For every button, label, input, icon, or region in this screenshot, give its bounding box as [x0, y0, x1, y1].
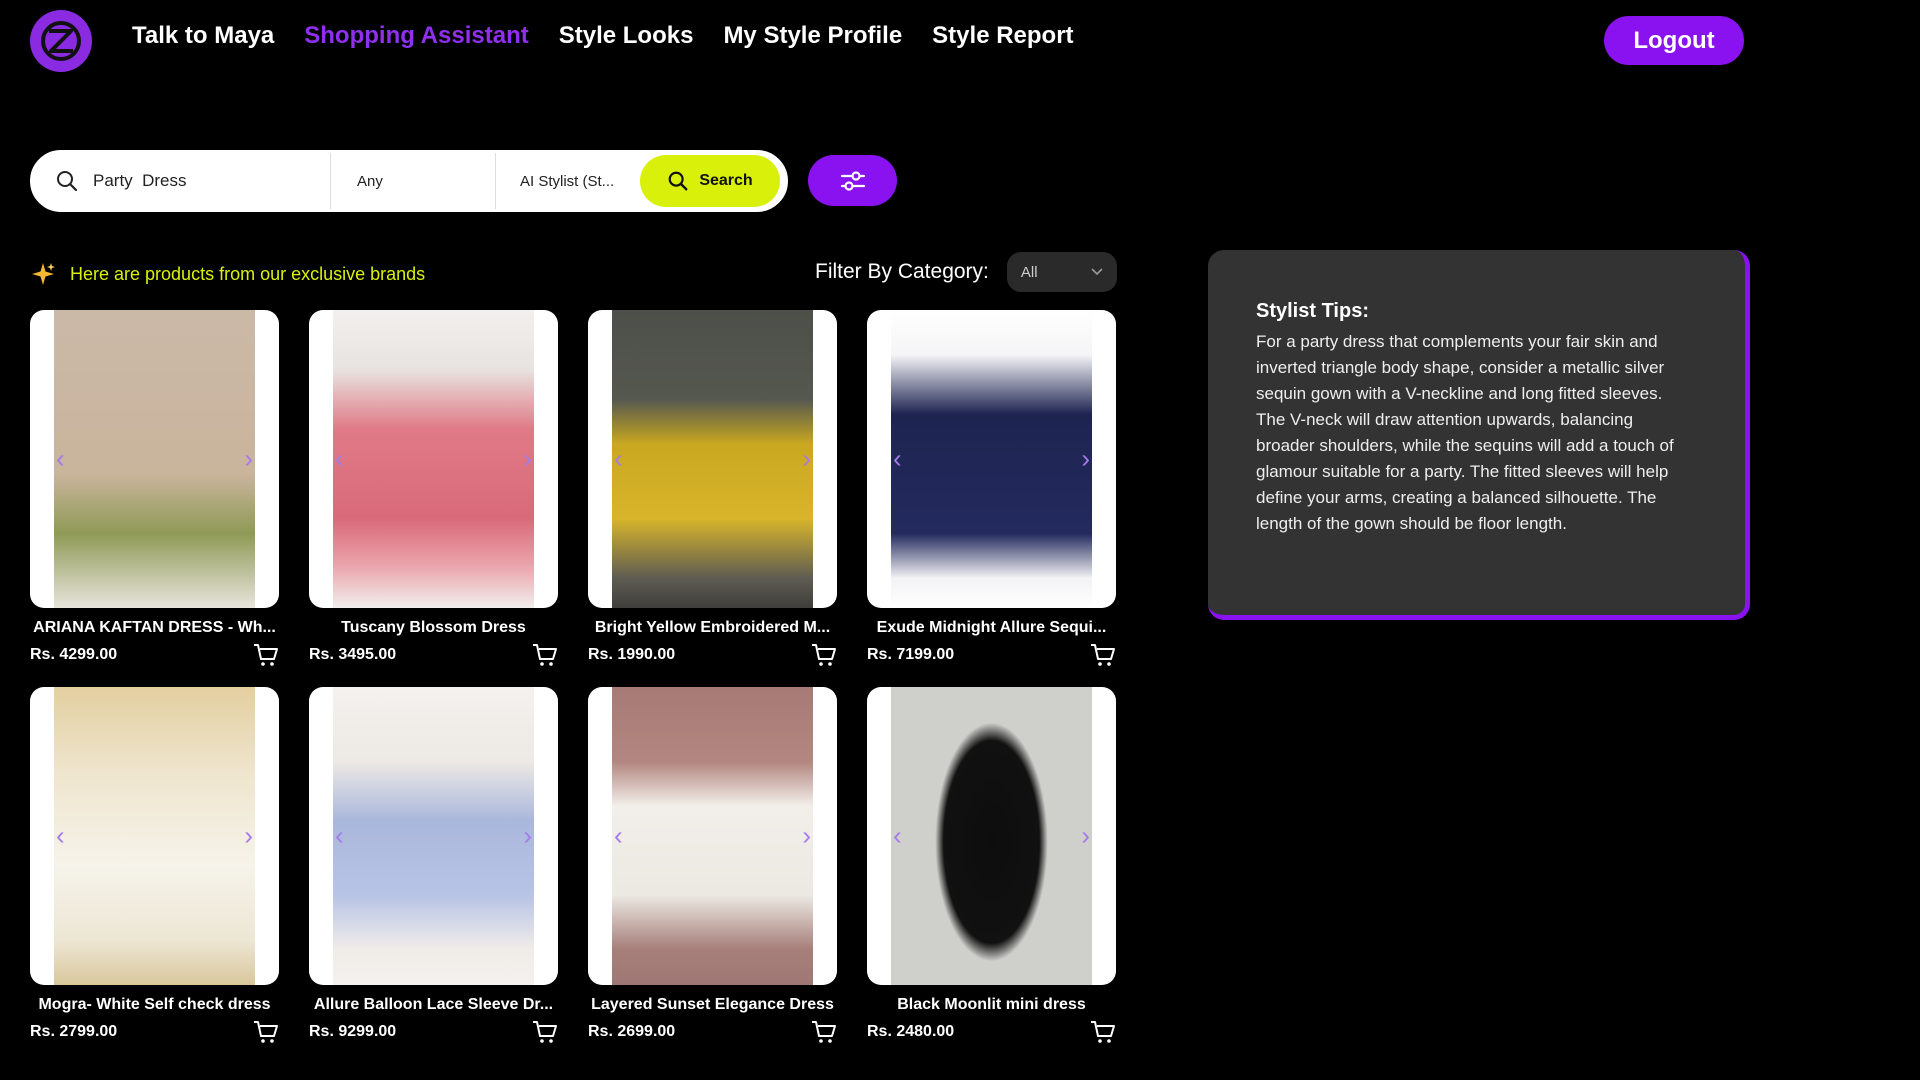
carousel-next-icon[interactable]: › — [244, 444, 253, 475]
product-title[interactable]: Black Moonlit mini dress — [867, 996, 1116, 1014]
sliders-icon — [840, 170, 865, 191]
product-image-carousel[interactable]: ‹ › — [30, 687, 279, 985]
product-price: Rs. 1990.00 — [588, 646, 676, 663]
price-filter-select[interactable]: Any — [331, 153, 496, 209]
search-input[interactable] — [93, 171, 293, 191]
product-image-carousel[interactable]: ‹ › — [867, 687, 1116, 985]
carousel-next-icon[interactable]: › — [1081, 444, 1090, 475]
cart-icon[interactable] — [253, 1020, 279, 1044]
main-nav: Talk to Maya Shopping Assistant Style Lo… — [132, 22, 1074, 50]
cart-icon[interactable] — [532, 1020, 558, 1044]
product-price: Rs. 2799.00 — [30, 1023, 118, 1040]
logout-button[interactable]: Logout — [1604, 16, 1744, 65]
search-bar: Any AI Stylist (St... Search — [30, 150, 788, 212]
exclusive-banner: Here are products from our exclusive bra… — [30, 261, 425, 287]
cart-icon[interactable] — [811, 1020, 837, 1044]
cart-icon[interactable] — [253, 643, 279, 667]
carousel-next-icon[interactable]: › — [802, 821, 811, 852]
product-photo — [54, 310, 255, 608]
logo-icon — [41, 21, 81, 61]
carousel-prev-icon[interactable]: ‹ — [335, 821, 344, 852]
nav-style-looks[interactable]: Style Looks — [559, 22, 694, 50]
carousel-prev-icon[interactable]: ‹ — [335, 444, 344, 475]
product-price: Rs. 7199.00 — [867, 646, 955, 663]
carousel-next-icon[interactable]: › — [1081, 821, 1090, 852]
product-title[interactable]: Tuscany Blossom Dress — [309, 619, 558, 637]
product-image-carousel[interactable]: ‹ › — [867, 310, 1116, 608]
product-photo — [333, 687, 534, 985]
product-title[interactable]: Exude Midnight Allure Sequi... — [867, 619, 1116, 637]
product-grid: ‹ › ARIANA KAFTAN DRESS - Wh... Rs. 4299… — [30, 310, 1116, 1044]
category-select[interactable]: All — [1006, 252, 1117, 292]
product-photo — [612, 310, 813, 608]
nav-style-report[interactable]: Style Report — [932, 22, 1073, 50]
carousel-prev-icon[interactable]: ‹ — [56, 821, 65, 852]
product-photo — [333, 310, 534, 608]
product-card[interactable]: ‹ › Exude Midnight Allure Sequi... Rs. 7… — [867, 310, 1116, 667]
carousel-prev-icon[interactable]: ‹ — [614, 821, 623, 852]
advanced-filters-button[interactable] — [808, 155, 897, 206]
product-photo — [54, 687, 255, 985]
stylist-tips-panel: Stylist Tips: For a party dress that com… — [1208, 250, 1750, 620]
product-price: Rs. 4299.00 — [30, 646, 118, 663]
product-image-carousel[interactable]: ‹ › — [588, 310, 837, 608]
product-card[interactable]: ‹ › Allure Balloon Lace Sleeve Dr... Rs.… — [309, 687, 558, 1044]
cart-icon[interactable] — [811, 643, 837, 667]
product-title[interactable]: Allure Balloon Lace Sleeve Dr... — [309, 996, 558, 1014]
product-title[interactable]: Mogra- White Self check dress — [30, 996, 279, 1014]
product-photo — [891, 310, 1092, 608]
search-button[interactable]: Search — [640, 155, 780, 207]
nav-my-style-profile[interactable]: My Style Profile — [723, 22, 902, 50]
carousel-prev-icon[interactable]: ‹ — [56, 444, 65, 475]
category-filter: Filter By Category: All — [815, 252, 1117, 292]
product-card[interactable]: ‹ › Mogra- White Self check dress Rs. 27… — [30, 687, 279, 1044]
carousel-next-icon[interactable]: › — [802, 444, 811, 475]
carousel-prev-icon[interactable]: ‹ — [614, 444, 623, 475]
stylist-tips-title: Stylist Tips: — [1256, 300, 1369, 322]
product-card[interactable]: ‹ › Layered Sunset Elegance Dress Rs. 26… — [588, 687, 837, 1044]
product-title[interactable]: Layered Sunset Elegance Dress — [588, 996, 837, 1014]
category-filter-label: Filter By Category: — [815, 260, 989, 283]
product-card[interactable]: ‹ › Black Moonlit mini dress Rs. 2480.00 — [867, 687, 1116, 1044]
product-card[interactable]: ‹ › Bright Yellow Embroidered M... Rs. 1… — [588, 310, 837, 667]
carousel-next-icon[interactable]: › — [523, 444, 532, 475]
search-button-label: Search — [699, 172, 753, 189]
product-price: Rs. 9299.00 — [309, 1023, 397, 1040]
carousel-next-icon[interactable]: › — [523, 821, 532, 852]
product-title[interactable]: Bright Yellow Embroidered M... — [588, 619, 837, 637]
stylist-mode-value: AI Stylist (St... — [520, 172, 615, 190]
category-select-value: All — [1020, 263, 1038, 281]
product-title[interactable]: ARIANA KAFTAN DRESS - Wh... — [30, 619, 279, 637]
product-image-carousel[interactable]: ‹ › — [30, 310, 279, 608]
cart-icon[interactable] — [1090, 643, 1116, 667]
brand-logo[interactable] — [30, 10, 92, 72]
product-image-carousel[interactable]: ‹ › — [309, 687, 558, 985]
nav-talk-to-maya[interactable]: Talk to Maya — [132, 22, 274, 50]
sparkle-icon — [32, 263, 55, 285]
price-filter-value: Any — [357, 172, 383, 190]
search-icon — [57, 171, 78, 192]
product-price: Rs. 3495.00 — [309, 646, 397, 663]
product-card[interactable]: ‹ › ARIANA KAFTAN DRESS - Wh... Rs. 4299… — [30, 310, 279, 667]
chevron-down-icon — [1091, 268, 1103, 276]
search-icon — [668, 171, 688, 191]
product-image-carousel[interactable]: ‹ › — [588, 687, 837, 985]
product-photo — [891, 687, 1092, 985]
product-image-carousel[interactable]: ‹ › — [309, 310, 558, 608]
search-query-field — [33, 153, 331, 209]
cart-icon[interactable] — [1090, 1020, 1116, 1044]
exclusive-banner-text: Here are products from our exclusive bra… — [70, 263, 426, 284]
product-card[interactable]: ‹ › Tuscany Blossom Dress Rs. 3495.00 — [309, 310, 558, 667]
product-price: Rs. 2480.00 — [867, 1023, 955, 1040]
product-photo — [612, 687, 813, 985]
carousel-next-icon[interactable]: › — [244, 821, 253, 852]
carousel-prev-icon[interactable]: ‹ — [893, 444, 902, 475]
carousel-prev-icon[interactable]: ‹ — [893, 821, 902, 852]
stylist-tips-text: For a party dress that complements your … — [1256, 332, 1674, 533]
product-price: Rs. 2699.00 — [588, 1023, 676, 1040]
nav-shopping-assistant[interactable]: Shopping Assistant — [304, 22, 528, 50]
stylist-mode-select[interactable]: AI Stylist (St... — [496, 153, 646, 209]
cart-icon[interactable] — [532, 643, 558, 667]
